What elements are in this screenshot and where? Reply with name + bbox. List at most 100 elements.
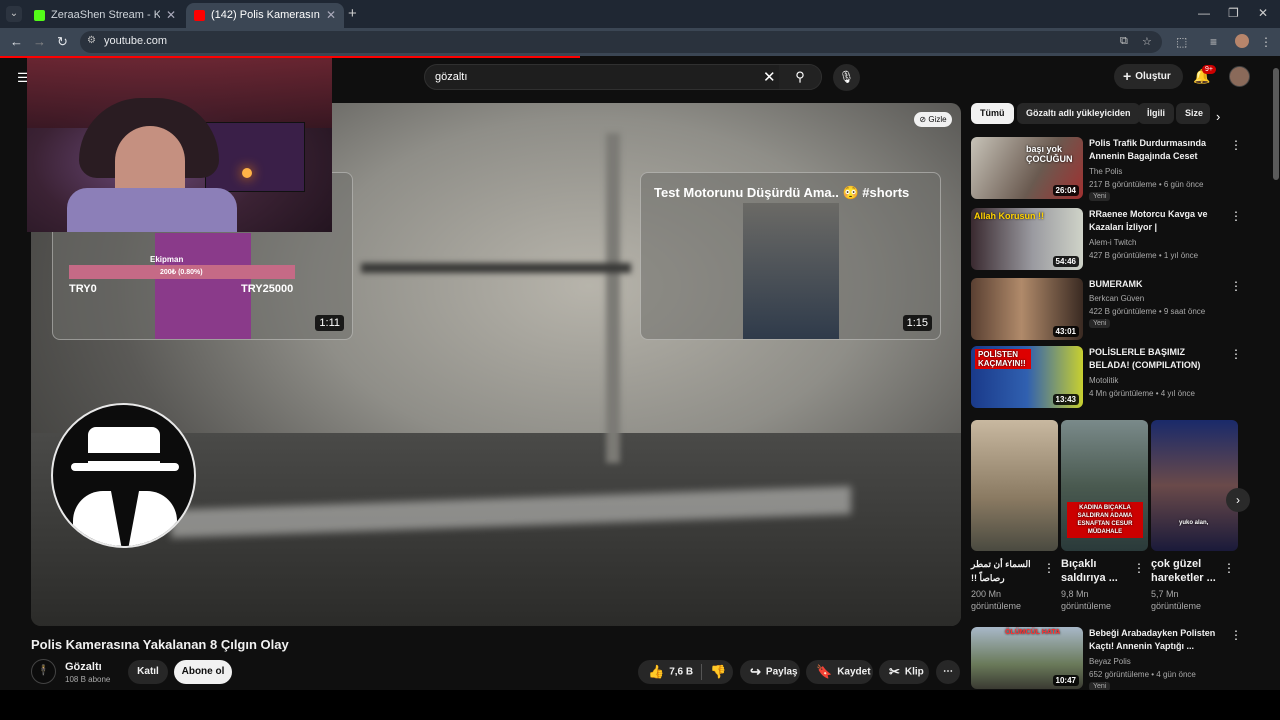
video-meta: 217 B görüntüleme • 6 gün önce <box>1089 180 1204 189</box>
channel-name[interactable]: Beyaz Polis <box>1089 657 1131 666</box>
more-options-icon[interactable]: ⋮ <box>1043 561 1055 575</box>
bookmark-star-icon[interactable]: ☆ <box>1142 35 1152 48</box>
related-video-item[interactable]: 43:01 BUMERAMK Berkcan Güven 422 B görün… <box>971 278 1242 342</box>
minimize-icon[interactable]: — <box>1198 6 1210 20</box>
endscreen-video-card[interactable]: Test Motorunu Düşürdü Ama.. 😳 #shorts 1:… <box>640 172 941 340</box>
chip-related[interactable]: İlgili <box>1138 103 1174 124</box>
video-thumbnail[interactable]: ÖLÜMCÜL HATA 10:47 <box>971 627 1083 689</box>
streamer-webcam-overlay <box>27 58 332 232</box>
reload-icon[interactable]: ↻ <box>57 34 68 50</box>
new-badge: Yeni <box>1089 319 1111 328</box>
related-video-item[interactable]: başı yok ÇOCUĞUN 26:04 Polis Trafik Durd… <box>971 137 1242 201</box>
restore-icon[interactable]: ❐ <box>1228 6 1239 20</box>
microphone-icon[interactable]: 🎙 <box>833 64 860 91</box>
search-input[interactable]: gözaltı <box>435 71 467 83</box>
notifications-bell-icon[interactable]: 🔔 9+ <box>1193 65 1216 85</box>
shorts-next-icon[interactable]: › <box>1226 488 1250 512</box>
related-video-item[interactable]: ÖLÜMCÜL HATA 10:47 Bebeği Arabadayken Po… <box>971 627 1242 691</box>
forward-icon[interactable]: → <box>33 34 46 49</box>
related-video-item[interactable]: POLİSTEN KAÇMAYIN!! 13:43 POLİSLERLE BAŞ… <box>971 346 1242 410</box>
like-dislike-group[interactable]: 👍 7,6 B 👎 <box>638 660 733 684</box>
join-button[interactable]: Katıl <box>128 660 168 684</box>
channel-avatar[interactable]: 🕴 <box>31 659 56 684</box>
media-control-icon[interactable]: ≡ <box>1210 35 1217 49</box>
back-icon[interactable]: ← <box>10 34 23 49</box>
video-title: RRaenee Motorcu Kavga ve Kazaları İzliyo… <box>1089 209 1208 232</box>
short-thumbnail[interactable] <box>971 420 1058 551</box>
tab-youtube-video[interactable]: (142) Polis Kamerasına Yakalanan 8 Çılgı… <box>186 3 344 28</box>
profile-avatar[interactable] <box>1235 34 1249 48</box>
card-title: Test Motorunu Düşürdü Ama.. 😳 #shorts <box>654 185 910 200</box>
clear-search-icon[interactable]: ✕ <box>763 68 776 86</box>
chip-for-you[interactable]: Size <box>1176 103 1210 124</box>
tab-kick-dashboard[interactable]: ZeraaShen Stream - Kick Dashboard ✕ <box>26 3 184 28</box>
endscreen-channel-logo[interactable] <box>51 403 196 548</box>
browser-menu-icon[interactable]: ⋮ <box>1260 35 1272 49</box>
page-scrollbar[interactable] <box>1272 58 1280 690</box>
account-avatar[interactable] <box>1229 66 1250 87</box>
more-options-icon[interactable]: ⋮ <box>1230 279 1242 293</box>
video-meta: 422 B görüntüleme • 9 saat önce <box>1089 307 1206 316</box>
short-views: 5,7 Mn görüntüleme <box>1151 589 1202 611</box>
chip-from-uploader[interactable]: Gözaltı adlı yükleyiciden <box>1017 103 1140 124</box>
related-video-item[interactable]: Allah Korusun !! 54:46 RRaenee Motorcu K… <box>971 208 1242 272</box>
share-label: Paylaş <box>765 666 798 678</box>
video-thumbnail[interactable]: başı yok ÇOCUĞUN 26:04 <box>971 137 1083 199</box>
new-tab-icon[interactable]: + <box>348 5 357 22</box>
share-button[interactable]: ↪ Paylaş <box>740 660 800 684</box>
more-options-icon[interactable]: ⋮ <box>1230 347 1242 361</box>
video-thumbnail[interactable]: 43:01 <box>971 278 1083 340</box>
new-badge: Yeni <box>1089 192 1111 201</box>
save-button[interactable]: 🔖 Kaydet <box>806 660 873 684</box>
install-app-icon[interactable]: ⧉ <box>1120 35 1128 48</box>
donation-goal-amount: 200₺ (0.80%) <box>160 269 203 276</box>
hide-overlay-button[interactable]: ⊘ Gizle <box>914 112 952 127</box>
card-thumbnail <box>743 203 839 339</box>
create-button[interactable]: + Oluştur <box>1114 64 1183 89</box>
channel-name[interactable]: The Polis <box>1089 167 1122 176</box>
short-thumbnail[interactable]: KADINA BIÇAKLA SALDIRAN ADAMA ESNAFTAN C… <box>1061 420 1148 551</box>
chevron-right-icon[interactable]: › <box>1216 109 1220 124</box>
clip-button[interactable]: ✂ Klip <box>879 660 929 684</box>
more-options-icon[interactable]: ⋮ <box>1133 561 1145 575</box>
thumbnail-caption: POLİSTEN KAÇMAYIN!! <box>975 349 1031 369</box>
channel-name[interactable]: Gözaltı <box>65 661 102 673</box>
short-title[interactable]: Bıçaklı saldırıya ... <box>1061 557 1129 585</box>
more-options-icon[interactable]: ⋮ <box>1230 628 1242 642</box>
video-thumbnail[interactable]: POLİSTEN KAÇMAYIN!! 13:43 <box>971 346 1083 408</box>
short-title[interactable]: السماء أن تمطر رصاصاً !! <box>971 557 1039 585</box>
video-title: BUMERAMK <box>1089 279 1143 289</box>
close-tab-icon[interactable]: ✕ <box>166 3 176 28</box>
short-views: 9,8 Mn görüntüleme <box>1061 589 1112 611</box>
hide-label: Gizle <box>928 115 947 124</box>
video-thumbnail[interactable]: Allah Korusun !! 54:46 <box>971 208 1083 270</box>
kick-favicon-icon <box>34 10 45 21</box>
search-box[interactable]: gözaltı ✕ ⚲ <box>424 64 822 90</box>
close-window-icon[interactable]: ✕ <box>1258 6 1268 20</box>
short-thumbnail[interactable]: yuko alan, <box>1151 420 1238 551</box>
channel-name[interactable]: Motolitik <box>1089 376 1118 385</box>
short-title[interactable]: çok güzel hareketler ... <box>1151 557 1219 585</box>
tab-search-icon[interactable]: ⌄ <box>6 6 22 22</box>
more-options-icon[interactable]: ⋮ <box>1223 561 1235 575</box>
scissors-icon: ✂ <box>889 664 900 679</box>
chip-all[interactable]: Tümü <box>971 103 1014 124</box>
more-options-icon[interactable]: ⋮ <box>1230 138 1242 152</box>
subscribe-button[interactable]: Abone ol <box>174 660 232 684</box>
site-info-icon[interactable]: ⚙ <box>87 35 96 46</box>
close-tab-icon[interactable]: ✕ <box>326 3 336 28</box>
divider <box>701 664 703 680</box>
search-icon[interactable]: ⚲ <box>779 65 821 89</box>
taskbar-area <box>0 690 1280 720</box>
dislike-icon[interactable]: 👎 <box>710 664 726 679</box>
like-icon[interactable]: 👍 <box>648 664 664 679</box>
address-bar[interactable]: ⚙ youtube.com ⧉ ☆ <box>80 31 1162 53</box>
extensions-icon[interactable]: ⬚ <box>1176 35 1187 49</box>
scrollbar-thumb[interactable] <box>1273 68 1279 180</box>
channel-name[interactable]: Alem-i Twitch <box>1089 238 1136 247</box>
thumbnail-caption: Allah Korusun !! <box>974 211 1044 221</box>
more-options-icon[interactable]: ⋮ <box>1230 209 1242 223</box>
donation-goal-text: Ekipman <box>150 255 184 264</box>
more-actions-icon[interactable]: ⋯ <box>936 660 960 684</box>
channel-name[interactable]: Berkcan Güven <box>1089 294 1144 303</box>
